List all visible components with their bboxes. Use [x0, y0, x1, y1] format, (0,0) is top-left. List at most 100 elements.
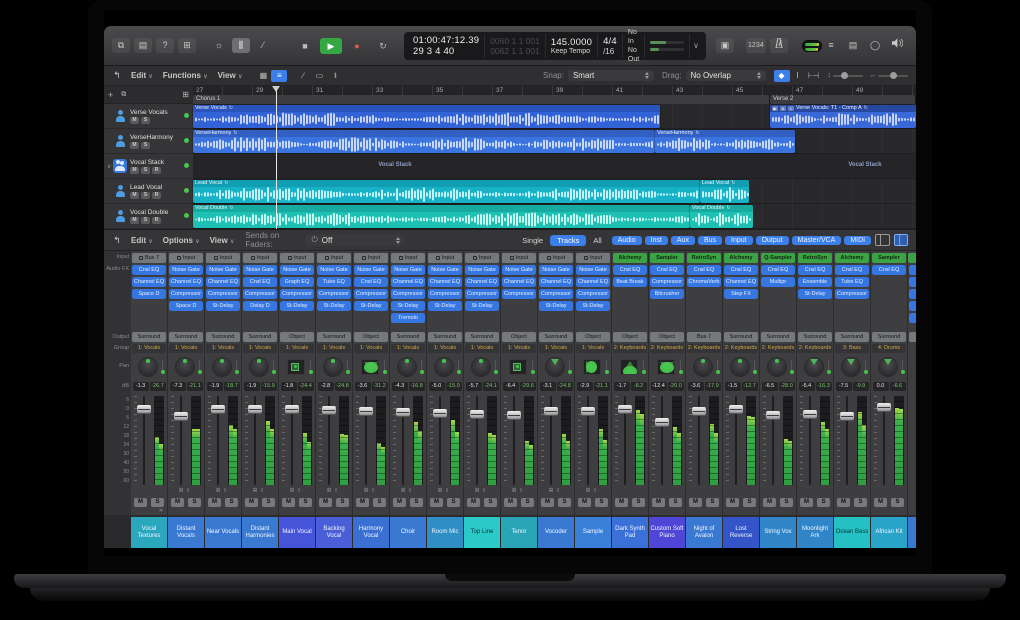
- solo-button[interactable]: S: [373, 498, 386, 507]
- track-header[interactable]: Vocal DoubleMSR: [104, 204, 193, 229]
- mute-button[interactable]: M: [171, 498, 184, 507]
- output-slot[interactable]: Object: [354, 332, 388, 342]
- audio-fx-slot[interactable]: ChromaVerb: [687, 277, 721, 287]
- filter-midi[interactable]: MIDI: [844, 236, 871, 245]
- filter-inst[interactable]: Inst: [645, 236, 668, 245]
- volume-fader[interactable]: [840, 412, 854, 421]
- audio-fx-slot[interactable]: Cnsl EQ: [872, 265, 906, 275]
- group-slot[interactable]: 1: Vocals: [502, 344, 536, 353]
- channel-strip[interactable]: InputNoise GateTube EQCompressorSt-Delay…: [316, 251, 352, 515]
- track-name-tile[interactable]: Lost Reverse: [723, 517, 759, 548]
- input-slot[interactable]: Q-Sampler: [761, 253, 795, 263]
- record-button[interactable]: ●: [346, 38, 368, 54]
- channel-strip[interactable]: InputNoise GateGraph EQCompressorSt-Dela…: [279, 251, 315, 515]
- volume-fader[interactable]: [248, 405, 262, 414]
- track-name-tile[interactable]: Dark Synth Pad: [612, 517, 648, 548]
- volume-value[interactable]: -7.3: [170, 382, 186, 391]
- pan-control[interactable]: [612, 355, 648, 381]
- input-monitor-button[interactable]: I: [483, 488, 489, 494]
- audio-region[interactable]: VerseHarmony↻: [655, 130, 795, 153]
- pan-control[interactable]: [723, 355, 759, 381]
- pan-control[interactable]: [242, 355, 278, 381]
- input-slot[interactable]: Input: [169, 253, 203, 263]
- pan-control[interactable]: [649, 355, 685, 381]
- peak-value[interactable]: -28.0: [779, 382, 795, 391]
- audio-fx-slot[interactable]: Noise Gate: [206, 265, 240, 275]
- input-slot[interactable]: RetroSyn: [798, 253, 832, 263]
- volume-fader[interactable]: [396, 408, 410, 417]
- pan-knob[interactable]: [398, 358, 416, 376]
- volume-value[interactable]: -1.5: [725, 382, 741, 391]
- speaker-icon[interactable]: [888, 38, 906, 53]
- volume-value[interactable]: -2.9: [577, 382, 593, 391]
- audio-fx-slot[interactable]: Channel EQ: [502, 277, 536, 287]
- audio-fx-slot[interactable]: St-Delay: [391, 301, 425, 311]
- filter-audio[interactable]: Audio: [612, 236, 642, 245]
- audio-region[interactable]: Vocal Double↻: [690, 205, 753, 228]
- volume-fader[interactable]: [581, 407, 595, 416]
- quick-help-icon[interactable]: ⧉: [112, 38, 130, 53]
- audio-fx-slot[interactable]: Cnsl EQ: [650, 265, 684, 275]
- pan-side-slider[interactable]: [902, 360, 903, 374]
- pan-knob[interactable]: [213, 358, 231, 376]
- pan-control[interactable]: [427, 355, 463, 381]
- scope-tab-single[interactable]: Single: [515, 235, 550, 246]
- group-slot[interactable]: 1: Vocals: [132, 344, 166, 353]
- track-name-tile[interactable]: Moonlight Ark: [797, 517, 833, 548]
- volume-fader[interactable]: [470, 410, 484, 419]
- lcd-display[interactable]: 01:00:47:12.39 29 3 4 40 0060 1 1 001 00…: [404, 32, 706, 60]
- mute-button[interactable]: M: [874, 498, 887, 507]
- output-slot[interactable]: Surround: [206, 332, 240, 342]
- mute-button[interactable]: M: [130, 117, 139, 124]
- input-slot[interactable]: Input: [428, 253, 462, 263]
- track-lane[interactable]: Verse Vocals↻▶A∿Verse Vocals: T1 - Comp …: [193, 104, 916, 129]
- pan-side-slider[interactable]: [828, 360, 829, 374]
- volume-fader[interactable]: [766, 411, 780, 420]
- menu-view[interactable]: View ∨: [213, 71, 248, 80]
- peak-value[interactable]: -8.2: [631, 382, 647, 391]
- pan-knob[interactable]: [731, 358, 749, 376]
- peak-value[interactable]: -31.2: [372, 382, 388, 391]
- solo-button[interactable]: S: [141, 142, 150, 149]
- group-slot[interactable]: 3: Bass: [835, 344, 869, 353]
- mute-button[interactable]: M: [726, 498, 739, 507]
- audio-fx-slot[interactable]: Cnsl EQ: [613, 265, 647, 275]
- peak-value[interactable]: -12.7: [742, 382, 758, 391]
- group-slot[interactable]: 2: Keyboards: [761, 344, 795, 353]
- cycle-button[interactable]: ↻: [372, 38, 394, 54]
- pan-control[interactable]: [464, 355, 500, 381]
- output-slot[interactable]: Surround: [872, 332, 906, 342]
- peak-value[interactable]: -21.1: [187, 382, 203, 391]
- mixer-menu-edit[interactable]: Edit ∨: [126, 236, 158, 245]
- pan-side-slider[interactable]: [458, 360, 459, 374]
- pan-control[interactable]: [575, 355, 611, 381]
- solo-button[interactable]: S: [891, 498, 904, 507]
- solo-button[interactable]: S: [141, 192, 150, 199]
- audio-fx-slot[interactable]: [909, 265, 916, 275]
- output-slot[interactable]: Object: [502, 332, 536, 342]
- pencil-icon[interactable]: ∕: [254, 38, 272, 53]
- track-on-indicator[interactable]: [184, 138, 189, 143]
- audio-fx-slot[interactable]: Channel EQ: [132, 277, 166, 287]
- volume-fader[interactable]: [655, 418, 669, 427]
- volume-value[interactable]: -2.8: [318, 382, 334, 391]
- audio-fx-slot[interactable]: Channel EQ: [724, 277, 758, 287]
- solo-button[interactable]: S: [447, 498, 460, 507]
- track-lane[interactable]: Lead Vocal↻Lead Vocal↻: [193, 179, 916, 204]
- volume-value[interactable]: -1.3: [133, 382, 149, 391]
- solo-button[interactable]: S: [225, 498, 238, 507]
- input-monitor-button[interactable]: I: [224, 488, 230, 494]
- volume-fader[interactable]: [544, 407, 558, 416]
- group-slot[interactable]: 1: Vocals: [206, 344, 240, 353]
- audio-fx-slot[interactable]: Noise Gate: [169, 265, 203, 275]
- input-monitor-button[interactable]: I: [372, 488, 378, 494]
- volume-fader[interactable]: [729, 405, 743, 414]
- pan-side-slider[interactable]: [791, 360, 792, 374]
- audio-fx-slot[interactable]: Compressor: [650, 277, 684, 287]
- audio-fx-slot[interactable]: Cnsl EQ: [761, 265, 795, 275]
- peak-value[interactable]: -21.1: [594, 382, 610, 391]
- volume-value[interactable]: -5.7: [466, 382, 482, 391]
- output-slot[interactable]: Object: [576, 332, 610, 342]
- solo-button[interactable]: S: [336, 498, 349, 507]
- mute-button[interactable]: M: [430, 498, 443, 507]
